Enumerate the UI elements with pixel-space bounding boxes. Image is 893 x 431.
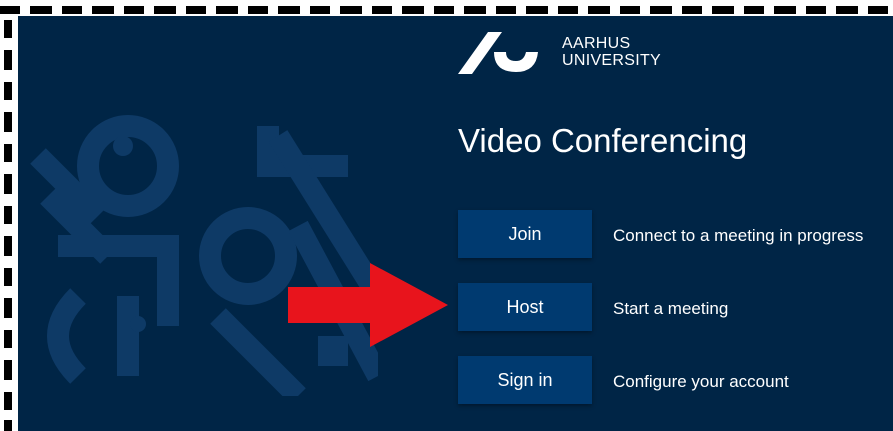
screenshot-frame: AARHUS UNIVERSITY Video Conferencing Joi… — [0, 0, 893, 431]
video-conferencing-panel: AARHUS UNIVERSITY Video Conferencing Joi… — [18, 16, 893, 431]
background-pattern — [30, 115, 378, 396]
page-title: Video Conferencing — [458, 122, 748, 159]
host-button[interactable]: Host — [458, 283, 592, 331]
host-description: Start a meeting — [613, 299, 729, 318]
sign-in-description: Configure your account — [613, 372, 789, 391]
au-logo-icon — [458, 32, 538, 74]
join-button[interactable]: Join — [458, 210, 592, 258]
sign-in-button[interactable]: Sign in — [458, 356, 592, 404]
logo-line-2: UNIVERSITY — [562, 52, 662, 69]
torn-edge-top — [0, 6, 888, 14]
join-description: Connect to a meeting in progress — [613, 226, 864, 245]
logo-text: AARHUS UNIVERSITY — [562, 35, 661, 69]
torn-edge-left — [4, 20, 12, 431]
logo-line-1: AARHUS — [562, 35, 631, 52]
red-arrow-icon — [288, 263, 448, 347]
aarhus-university-logo: AARHUS UNIVERSITY — [458, 30, 661, 74]
